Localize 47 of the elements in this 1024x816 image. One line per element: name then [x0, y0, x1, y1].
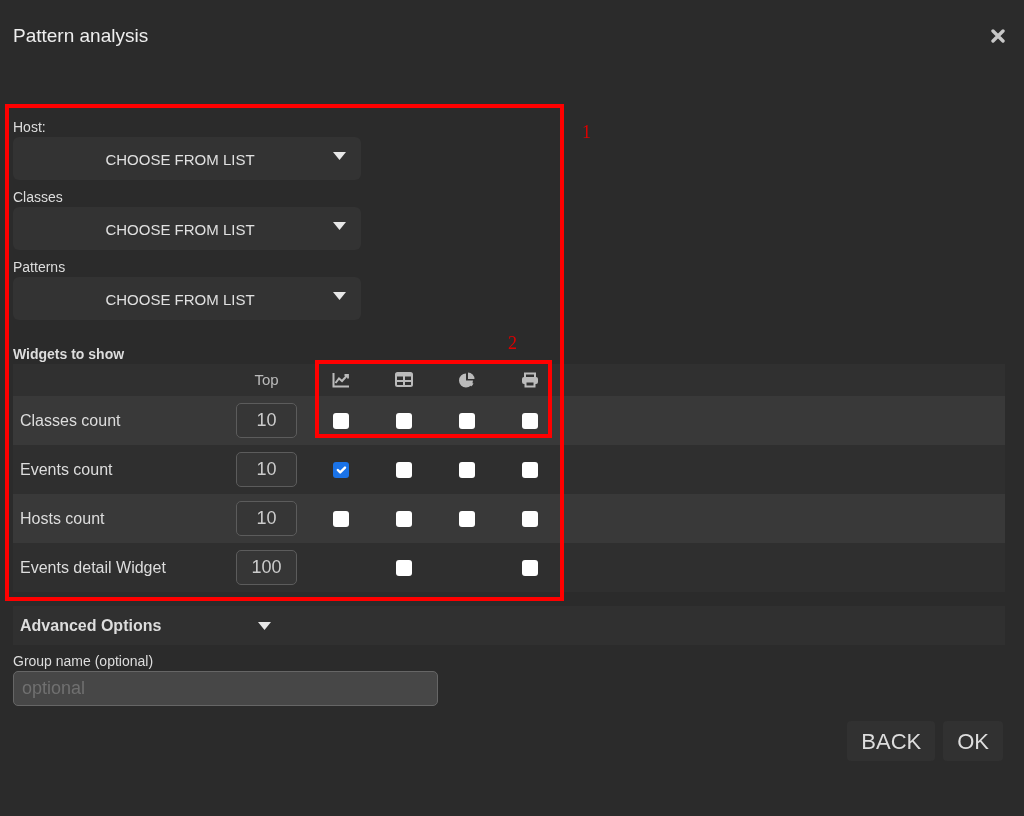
field-label: Classes — [13, 188, 63, 207]
widget-checkbox[interactable] — [521, 510, 538, 527]
widget-checkbox[interactable] — [458, 510, 475, 527]
dialog-button[interactable]: OK — [943, 721, 1003, 761]
top-count-field[interactable]: 10 — [236, 501, 297, 536]
dropdown-button[interactable]: CHOOSE FROM LIST — [13, 277, 361, 320]
callout-number: 1 — [582, 122, 591, 142]
widget-checkbox[interactable] — [395, 412, 412, 429]
field-label: Patterns — [13, 258, 66, 277]
printer-icon — [520, 372, 539, 388]
widget-checkbox[interactable] — [332, 461, 349, 478]
dialog-title: Pattern analysis — [13, 24, 149, 48]
widget-checkbox[interactable] — [521, 559, 538, 576]
dropdown-button[interactable]: CHOOSE FROM LIST — [13, 207, 361, 250]
widget-checkbox[interactable] — [395, 510, 412, 527]
widget-checkbox[interactable] — [521, 412, 538, 429]
section-heading: Widgets to show — [13, 345, 125, 364]
line-chart-icon — [331, 372, 350, 388]
row-label: Events detail Widget — [19, 557, 166, 578]
callout-number: 2 — [508, 333, 517, 353]
widget-checkbox[interactable] — [458, 461, 475, 478]
row-label: Events count — [19, 459, 113, 480]
top-count-field[interactable]: 10 — [236, 403, 297, 438]
top-count-field[interactable]: 100 — [236, 550, 297, 585]
close-icon — [991, 29, 1005, 43]
row-label: Classes count — [19, 410, 121, 431]
caret-icon — [333, 291, 346, 300]
pie-chart-icon — [457, 372, 476, 388]
widget-checkbox[interactable] — [458, 412, 475, 429]
advanced-options-toggle[interactable]: Advanced Options — [13, 606, 1005, 645]
caret-icon — [333, 151, 346, 160]
top-count-field[interactable]: 10 — [236, 452, 297, 487]
column-header: Top — [253, 369, 280, 390]
widget-checkbox[interactable] — [332, 510, 349, 527]
widget-checkbox[interactable] — [521, 461, 538, 478]
field-label: Host: — [13, 118, 46, 137]
dialog-button[interactable]: BACK — [847, 721, 936, 761]
widget-checkbox[interactable] — [332, 412, 349, 429]
caret-icon — [333, 221, 346, 230]
field-label: Group name (optional) — [13, 652, 154, 671]
row-label: Hosts count — [19, 508, 105, 529]
widget-checkbox[interactable] — [395, 461, 412, 478]
caret-icon — [258, 621, 271, 630]
close-button[interactable] — [991, 29, 1005, 43]
dropdown-button[interactable]: CHOOSE FROM LIST — [13, 137, 361, 180]
table-icon — [394, 372, 413, 388]
widget-checkbox[interactable] — [395, 559, 412, 576]
